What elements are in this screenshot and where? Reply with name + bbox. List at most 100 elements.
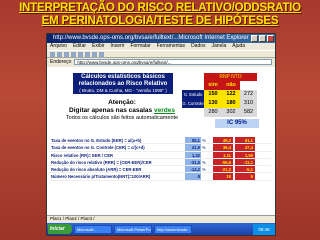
print-icon[interactable]: [99, 52, 104, 57]
ci-lower: 19: [213, 173, 233, 180]
minimize-icon[interactable]: [251, 35, 258, 42]
table-row: Redução do risco absoluto (ARR) = CER-EE…: [49, 166, 271, 174]
taskbar: Iniciar Microsoft... Microsoft PowerPoin…: [47, 223, 275, 235]
result-label: Taxa de eventos no G. Estudo (EER) = a/(…: [51, 138, 142, 143]
result-unit: %: [202, 159, 206, 165]
col-label-sim: sim: [204, 81, 222, 90]
sheet-tabs[interactable]: Plan1 / Plan2 / Plan3 /: [47, 215, 275, 221]
slide-title-line-2: EM PERINATOLOGIA/TESTE DE HIPÓTESES: [41, 15, 279, 27]
ci-upper: 5: [235, 173, 255, 180]
col-label-total: [240, 81, 257, 90]
stop-icon[interactable]: [64, 52, 69, 57]
result-value: 8: [185, 173, 201, 180]
window-title: http://www.bvsde.ops-oms.org/bvsa/e/full…: [53, 35, 249, 41]
contingency-table: RNP NTO sim não G. Estudo 150 122 272 G.…: [182, 73, 257, 117]
table-col-labels: sim não: [182, 81, 257, 90]
result-value: -13,2: [185, 166, 201, 173]
back-icon[interactable]: [50, 52, 55, 57]
table-header: RNP NTO: [204, 73, 257, 81]
table-row: Taxa de eventos no G. Estudo (EER) = a/(…: [49, 137, 271, 145]
result-unit: %: [202, 145, 206, 151]
table-row: Número Necessário p/Tratamento(NNT)=100/…: [49, 173, 271, 181]
input-cell-a[interactable]: 150: [204, 90, 222, 99]
ci-upper: 47,4: [235, 144, 255, 151]
result-label: Número Necessário p/Tratamento(NNT)=100/…: [51, 174, 151, 180]
address-label: Endereço: [50, 59, 72, 65]
table-row: Taxa de eventos no G. Controle (CER) = c…: [49, 144, 271, 152]
menu-bar: Arquivo Editar Exibir Inserir Formatar F…: [47, 43, 275, 50]
ci-lower: 49,2: [213, 137, 233, 144]
maximize-icon[interactable]: [259, 35, 266, 42]
browser-window: http://www.bvsde.ops-oms.org/bvsa/e/full…: [46, 33, 276, 236]
col-total: 280: [204, 108, 222, 117]
banner-line-1: Cálculos estatísticos básicos: [81, 74, 165, 80]
menu-item-janela[interactable]: Janela: [212, 43, 227, 50]
ci-upper: 61,1: [235, 137, 255, 144]
search-icon[interactable]: [85, 52, 90, 57]
col-total: 302: [222, 108, 240, 117]
attention-line-2: Todos os cálculos são feitos automaticam…: [65, 115, 179, 121]
menu-item-ajuda[interactable]: Ajuda: [232, 43, 245, 50]
address-input[interactable]: http://www.bvsde.ops-oms.org/bvsa/e/full…: [74, 59, 272, 65]
attention-line-1: Digitar apenas nas casalas verdes: [61, 107, 183, 115]
ci-header: IC 95%: [215, 119, 259, 128]
refresh-icon[interactable]: [71, 52, 76, 57]
result-unit: %: [202, 138, 206, 143]
result-label: Risco relativo (RR)= EER / CER: [51, 152, 114, 158]
menu-item-formatar[interactable]: Formatar: [130, 43, 150, 50]
ci-lower: 36,4: [213, 144, 233, 151]
result-value: -31,5: [185, 158, 201, 166]
row-total: 310: [240, 99, 257, 108]
window-controls: [251, 35, 274, 42]
home-icon[interactable]: [78, 52, 83, 57]
table-row: G. Controle 130 180 310: [182, 99, 257, 108]
input-cell-b[interactable]: 122: [222, 90, 240, 99]
row-total: 272: [240, 90, 257, 99]
favorites-icon[interactable]: [92, 52, 97, 57]
result-unit: %: [202, 167, 206, 173]
menu-item-exibir[interactable]: Exibir: [92, 43, 105, 50]
attention-title: Atenção:: [108, 99, 136, 106]
spreadsheet[interactable]: Cálculos estatísticos básicos relacionad…: [47, 67, 275, 215]
table-row: Redução do risco relativo (RRR) = (CER-E…: [49, 158, 271, 167]
result-value: 55,1: [185, 137, 201, 144]
taskbar-item[interactable]: Microsoft...: [74, 224, 112, 234]
calc-banner: Cálculos estatísticos básicos relacionad…: [73, 73, 173, 94]
result-label: Redução do risco absoluto (ARR) = CER-EE…: [51, 167, 142, 173]
col-label-nao: não: [222, 81, 240, 90]
menu-item-dados[interactable]: Dados: [191, 43, 205, 50]
result-label: Redução do risco relativo (RRR) = (CER-E…: [51, 159, 152, 165]
table-row: Risco relativo (RR)= EER / CER 1,32 1,11…: [49, 151, 271, 159]
result-label: Taxa de eventos no G. Controle (CER) = c…: [51, 145, 145, 151]
ci-lower: -55,6: [213, 158, 233, 166]
forward-icon[interactable]: [57, 52, 62, 57]
menu-item-arquivo[interactable]: Arquivo: [50, 43, 67, 50]
ci-upper: 1,56: [235, 151, 255, 158]
system-clock: 09:46: [253, 223, 275, 235]
input-cell-d[interactable]: 180: [222, 99, 240, 108]
slide-title-line-1: INTERPRETAÇÃO DO RISCO RELATIVO/ODDSRATI…: [19, 2, 301, 14]
result-value: 1,32: [185, 151, 201, 158]
toolbar: [47, 50, 275, 58]
ci-upper: -5,1: [235, 166, 255, 173]
window-titlebar[interactable]: http://www.bvsde.ops-oms.org/bvsa/e/full…: [47, 34, 275, 43]
menu-item-ferramentas[interactable]: Ferramentas: [157, 43, 185, 50]
ci-upper: -11,1: [235, 158, 255, 166]
close-icon[interactable]: [267, 35, 274, 42]
taskbar-item[interactable]: Microsoft PowerPoint...: [114, 224, 152, 234]
table-row: 280 302 582: [182, 108, 257, 117]
table-corner: [182, 81, 204, 90]
results-table: Taxa de eventos no G. Estudo (EER) = a/(…: [49, 129, 271, 181]
taskbar-item[interactable]: http://www.bvsde...: [154, 224, 192, 234]
results-spacer: [49, 129, 271, 137]
row-label: G. Estudo: [182, 90, 204, 99]
slide-title: INTERPRETAÇÃO DO RISCO RELATIVO/ODDSRATI…: [0, 2, 320, 28]
menu-item-inserir[interactable]: Inserir: [111, 43, 125, 50]
input-cell-c[interactable]: 130: [204, 99, 222, 108]
menu-item-editar[interactable]: Editar: [73, 43, 86, 50]
attention-note: Atenção: Digitar apenas nas casalas verd…: [61, 99, 183, 122]
address-bar: Endereço http://www.bvsde.ops-oms.org/bv…: [47, 58, 275, 66]
result-unit: [201, 173, 213, 179]
grand-total: 582: [240, 108, 257, 117]
start-button[interactable]: Iniciar: [48, 224, 72, 234]
